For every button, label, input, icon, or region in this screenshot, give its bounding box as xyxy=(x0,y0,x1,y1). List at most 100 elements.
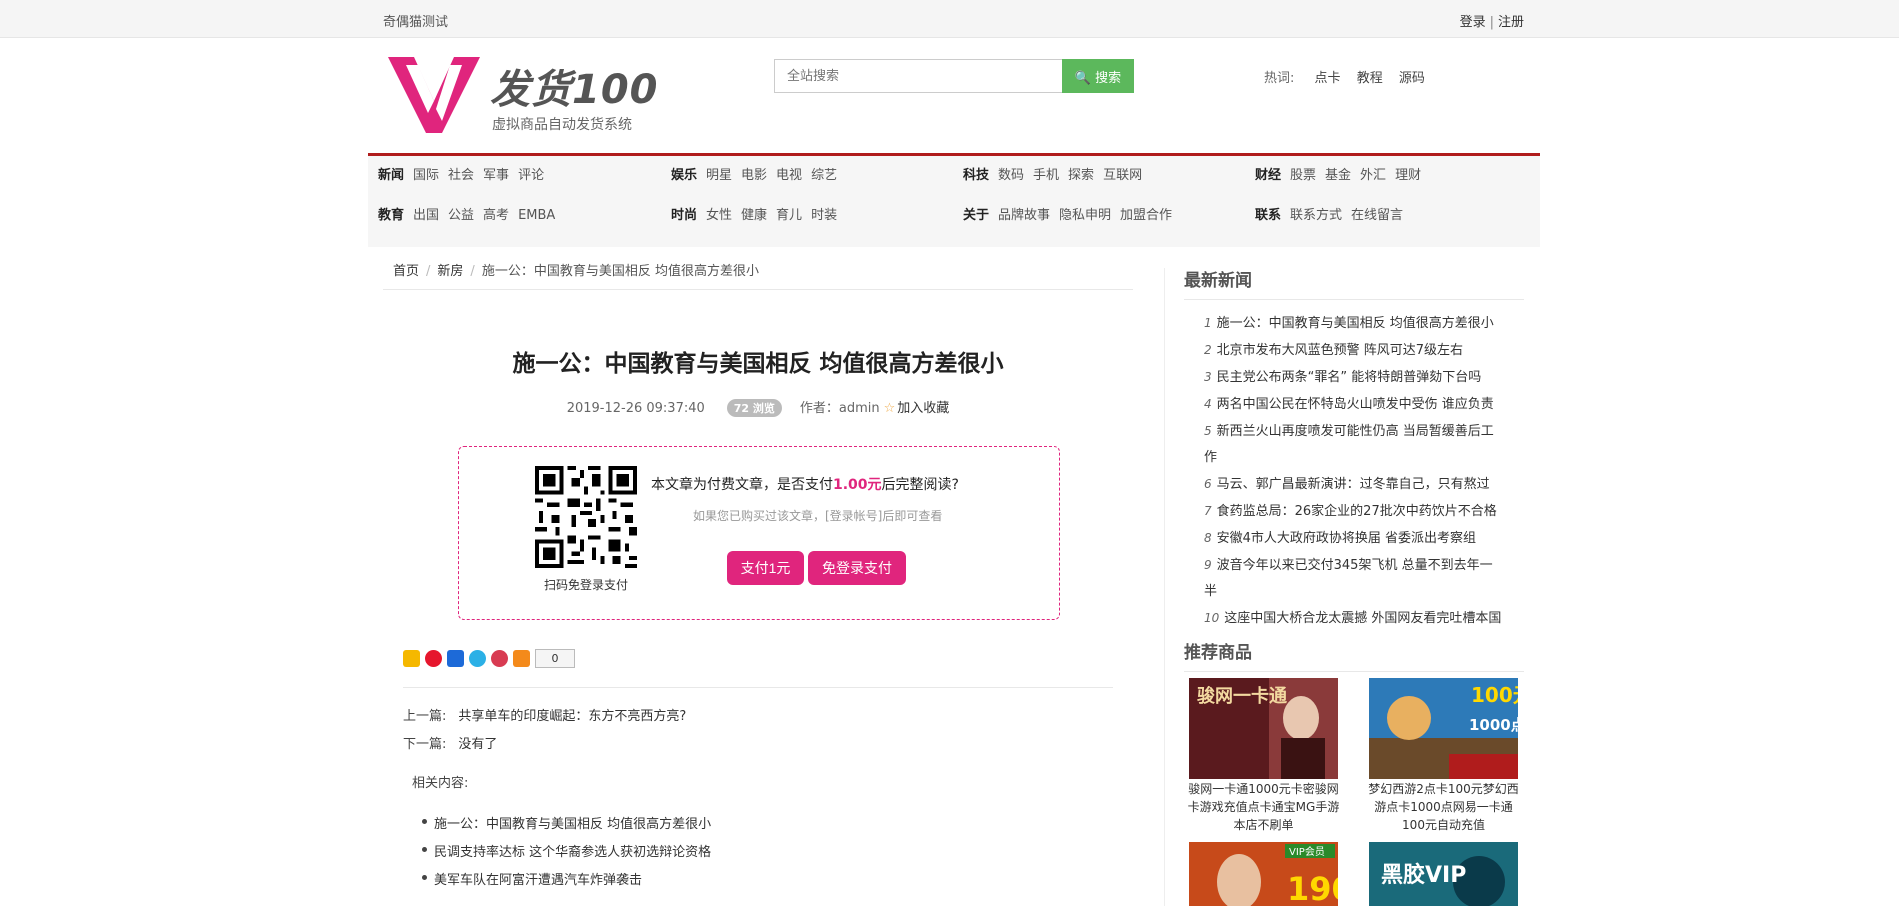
nav-link[interactable]: 外汇 xyxy=(1360,168,1386,183)
prev-article-link[interactable]: 共享单车的印度崛起：东方不亮西方亮? xyxy=(458,709,686,724)
login-link[interactable]: 登录 xyxy=(1460,15,1486,30)
nav-category[interactable]: 科技 xyxy=(963,168,989,183)
breadcrumb-separator: / xyxy=(426,264,431,279)
nav-category[interactable]: 关于 xyxy=(963,208,989,223)
news-link[interactable]: 这座中国大桥合龙太震撼 外国网友看完吐槽本国 xyxy=(1224,611,1501,626)
nav-link[interactable]: 数码 xyxy=(998,168,1024,183)
product-image[interactable]: VIP会员 190 xyxy=(1189,842,1338,906)
qzone-icon[interactable] xyxy=(403,650,420,667)
search-input[interactable] xyxy=(774,59,1063,93)
search-button-label: 搜索 xyxy=(1095,70,1122,86)
product-card[interactable]: 100元 1000点 梦幻西游2点卡100元梦幻西游点卡1000点网易一卡通10… xyxy=(1366,678,1521,834)
nav-category[interactable]: 娱乐 xyxy=(671,168,697,183)
douban-icon[interactable] xyxy=(491,650,508,667)
site-logo[interactable]: 发货100 虚拟商品自动发货系统 xyxy=(388,55,678,135)
hot-word-link[interactable]: 教程 xyxy=(1357,71,1383,86)
latest-news-list: 1 施一公：中国教育与美国相反 均值很高方差很小 2 北京市发布大风蓝色预警 阵风可… xyxy=(1204,310,1504,632)
paywall-box: 扫码免登录支付 本文章为付费文章，是否支付1.00元后完整阅读? 如果您已购买过… xyxy=(458,446,1060,620)
news-link[interactable]: 新西兰火山再度喷发可能性仍高 当局暂缓善后工作 xyxy=(1204,424,1494,465)
search-box: 🔍 搜索 xyxy=(774,59,1134,93)
nav-category[interactable]: 联系 xyxy=(1255,208,1281,223)
renren-icon[interactable] xyxy=(447,650,464,667)
related-link[interactable]: 施一公：中国教育与美国相反 均值很高方差很小 xyxy=(434,817,711,832)
news-link[interactable]: 施一公：中国教育与美国相反 均值很高方差很小 xyxy=(1217,316,1494,331)
news-link[interactable]: 马云、郭广昌最新演讲：过冬靠自己，只有熬过 xyxy=(1217,477,1490,492)
nav-link[interactable]: 基金 xyxy=(1325,168,1351,183)
nav-link[interactable]: 公益 xyxy=(448,208,474,223)
nav-link[interactable]: 手机 xyxy=(1033,168,1059,183)
related-link[interactable]: 民调支持率达标 这个华裔参选人获初选辩论资格 xyxy=(434,845,711,860)
nav-link[interactable]: 时装 xyxy=(811,208,837,223)
latest-news-title: 最新新闻 xyxy=(1184,266,1524,300)
related-link[interactable]: 美军车队在阿富汗遭遇汽车炸弹袭击 xyxy=(434,873,642,888)
nav-link[interactable]: 探索 xyxy=(1068,168,1094,183)
nav-link[interactable]: 电影 xyxy=(741,168,767,183)
nav-link[interactable]: 互联网 xyxy=(1103,168,1142,183)
news-link[interactable]: 食药监总局：26家企业的27批次中药饮片不合格 xyxy=(1217,504,1497,519)
news-rank: 6 xyxy=(1204,477,1212,491)
nav-link[interactable]: 军事 xyxy=(483,168,509,183)
nav-link[interactable]: 品牌故事 xyxy=(998,208,1050,223)
weibo-icon[interactable] xyxy=(425,650,442,667)
tqq-icon[interactable] xyxy=(469,650,486,667)
nav-link[interactable]: 健康 xyxy=(741,208,767,223)
nav-link[interactable]: 隐私申明 xyxy=(1059,208,1111,223)
product-image[interactable]: 骏网一卡通 xyxy=(1189,678,1338,779)
product-card[interactable]: 黑胶VIP xyxy=(1366,842,1521,906)
paywall-note[interactable]: 如果您已购买过该文章，[登录帐号]后即可查看 xyxy=(693,507,942,524)
news-link[interactable]: 民主党公布两条“罪名” 能将特朗普弹劾下台吗 xyxy=(1217,370,1482,385)
nav-link[interactable]: 电视 xyxy=(776,168,802,183)
logo-text: 发货100 xyxy=(490,67,659,113)
hot-word-link[interactable]: 源码 xyxy=(1399,71,1425,86)
pay-button[interactable]: 支付1元 xyxy=(727,551,804,585)
pay-without-login-button[interactable]: 免登录支付 xyxy=(808,551,906,585)
nav-link[interactable]: 国际 xyxy=(413,168,439,183)
nav-link[interactable]: 股票 xyxy=(1290,168,1316,183)
views-badge: 72 浏览 xyxy=(726,399,782,417)
news-link[interactable]: 两名中国公民在怀特岛火山喷发中受伤 谁应负责 xyxy=(1217,397,1494,412)
qr-code-icon[interactable] xyxy=(535,466,637,568)
product-card[interactable]: 骏网一卡通 骏网一卡通1000元卡密骏网卡游戏充值点卡通宝MG手游本店不刷单 xyxy=(1186,678,1341,834)
nav-link[interactable]: 明星 xyxy=(706,168,732,183)
register-link[interactable]: 注册 xyxy=(1498,15,1524,30)
article-meta: 2019-12-26 09:37:40 72 浏览 作者：admin ☆ 加入收藏 xyxy=(383,397,1133,417)
news-item: 9 波音今年以来已交付345架飞机 总量不到去年一半 xyxy=(1204,552,1504,605)
product-image[interactable]: 100元 1000点 xyxy=(1369,678,1518,779)
breadcrumb-category[interactable]: 新房 xyxy=(437,264,463,279)
product-caption[interactable]: 梦幻西游2点卡100元梦幻西游点卡1000点网易一卡通100元自动充值 xyxy=(1366,780,1521,834)
nav-link[interactable]: 出国 xyxy=(413,208,439,223)
breadcrumb-home[interactable]: 首页 xyxy=(393,264,419,279)
product-card[interactable]: VIP会员 190 xyxy=(1186,842,1341,906)
nav-link[interactable]: 社会 xyxy=(448,168,474,183)
paywall-message: 本文章为付费文章，是否支付1.00元后完整阅读? xyxy=(651,474,959,494)
related-item: 民调支持率达标 这个华裔参选人获初选辩论资格 xyxy=(422,841,711,869)
nav-category[interactable]: 财经 xyxy=(1255,168,1281,183)
news-link[interactable]: 北京市发布大风蓝色预警 阵风可达7级左右 xyxy=(1217,343,1463,358)
nav-link[interactable]: 综艺 xyxy=(811,168,837,183)
news-link[interactable]: 波音今年以来已交付345架飞机 总量不到去年一半 xyxy=(1204,558,1493,599)
nav-link[interactable]: 女性 xyxy=(706,208,732,223)
nav-link[interactable]: 在线留言 xyxy=(1351,208,1403,223)
more-icon[interactable] xyxy=(513,650,530,667)
add-favorite-link[interactable]: 加入收藏 xyxy=(897,401,949,416)
nav-link[interactable]: 加盟合作 xyxy=(1120,208,1172,223)
news-link[interactable]: 安徽4市人大政府政协将换届 省委派出考察组 xyxy=(1217,531,1476,546)
nav-link[interactable]: 育儿 xyxy=(776,208,802,223)
product-image[interactable]: 黑胶VIP xyxy=(1369,842,1518,906)
news-item: 4 两名中国公民在怀特岛火山喷发中受伤 谁应负责 xyxy=(1204,391,1504,418)
nav-category[interactable]: 教育 xyxy=(378,208,404,223)
nav-link[interactable]: 联系方式 xyxy=(1290,208,1342,223)
qr-label: 扫码免登录支付 xyxy=(543,578,628,592)
nav-link[interactable]: 高考 xyxy=(483,208,509,223)
search-button[interactable]: 🔍 搜索 xyxy=(1062,59,1134,93)
nav-link[interactable]: EMBA xyxy=(518,208,555,223)
product-image-graphic: 骏网一卡通 xyxy=(1189,678,1338,779)
nav-link[interactable]: 理财 xyxy=(1395,168,1421,183)
product-caption[interactable]: 骏网一卡通1000元卡密骏网卡游戏充值点卡通宝MG手游本店不刷单 xyxy=(1186,780,1341,834)
nav-category[interactable]: 时尚 xyxy=(671,208,697,223)
next-article-link[interactable]: 没有了 xyxy=(458,737,497,752)
prev-label: 上一篇: xyxy=(403,709,447,724)
nav-category[interactable]: 新闻 xyxy=(378,168,404,183)
nav-link[interactable]: 评论 xyxy=(518,168,544,183)
hot-word-link[interactable]: 点卡 xyxy=(1315,71,1341,86)
